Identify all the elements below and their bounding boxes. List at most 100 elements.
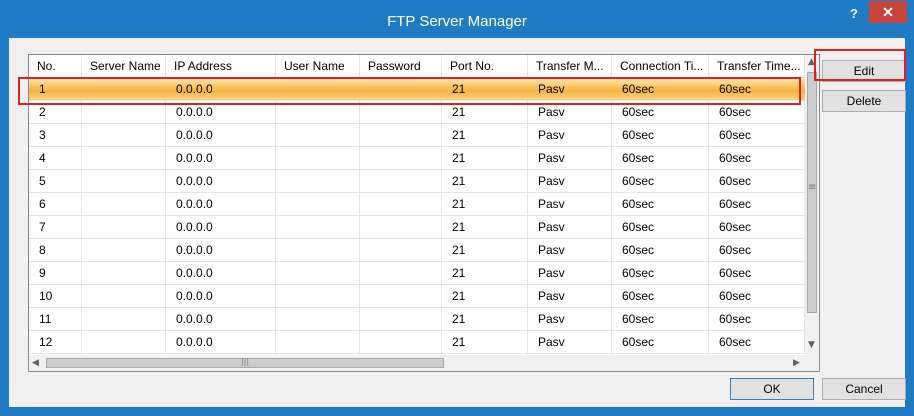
cell-server-name <box>82 147 166 170</box>
table-row[interactable]: 9 0.0.0.0 21 Pasv 60sec 60sec <box>29 262 805 285</box>
cell-no: 7 <box>29 216 82 239</box>
column-header-ip-address[interactable]: IP Address <box>166 55 276 77</box>
dialog-title: FTP Server Manager <box>387 13 527 30</box>
cell-user-name <box>276 331 360 354</box>
table-row[interactable]: 6 0.0.0.0 21 Pasv 60sec 60sec <box>29 193 805 216</box>
table-row[interactable]: 1 0.0.0.0 21 Pasv 60sec 60sec <box>29 78 805 101</box>
cell-connection-timeout: 60sec <box>612 101 709 124</box>
cell-transfer-mode: Pasv <box>528 101 612 124</box>
cell-server-name <box>82 308 166 331</box>
cell-server-name <box>82 193 166 216</box>
column-header-server-name[interactable]: Server Name <box>82 55 166 77</box>
cell-ip-address: 0.0.0.0 <box>166 331 276 354</box>
edit-button[interactable]: Edit <box>822 60 906 82</box>
cell-ip-address: 0.0.0.0 <box>166 124 276 147</box>
table-row[interactable]: 10 0.0.0.0 21 Pasv 60sec 60sec <box>29 285 805 308</box>
cell-server-name <box>82 170 166 193</box>
table-row[interactable]: 7 0.0.0.0 21 Pasv 60sec 60sec <box>29 216 805 239</box>
help-button[interactable]: ? <box>839 3 869 25</box>
delete-button[interactable]: Delete <box>822 90 906 112</box>
column-header-password[interactable]: Password <box>360 55 442 77</box>
column-header-port-no[interactable]: Port No. <box>442 55 528 77</box>
cell-server-name <box>82 262 166 285</box>
cell-server-name <box>82 285 166 308</box>
cell-no: 6 <box>29 193 82 216</box>
cell-no: 12 <box>29 331 82 354</box>
cell-ip-address: 0.0.0.0 <box>166 170 276 193</box>
cell-password <box>360 78 442 101</box>
table-row[interactable]: 3 0.0.0.0 21 Pasv 60sec 60sec <box>29 124 805 147</box>
cell-server-name <box>82 331 166 354</box>
cell-transfer-mode: Pasv <box>528 285 612 308</box>
cell-port-no: 21 <box>442 331 528 354</box>
vertical-scroll-thumb[interactable]: ≡ <box>807 72 817 313</box>
cell-transfer-mode: Pasv <box>528 124 612 147</box>
table-row[interactable]: 8 0.0.0.0 21 Pasv 60sec 60sec <box>29 239 805 262</box>
column-header-transfer-timeout[interactable]: Transfer Time... <box>709 55 805 77</box>
cell-ip-address: 0.0.0.0 <box>166 193 276 216</box>
cell-port-no: 21 <box>442 262 528 285</box>
cell-no: 11 <box>29 308 82 331</box>
cell-user-name <box>276 262 360 285</box>
cell-transfer-timeout: 60sec <box>709 216 805 239</box>
cell-port-no: 21 <box>442 308 528 331</box>
cell-port-no: 21 <box>442 239 528 262</box>
ok-button[interactable]: OK <box>730 378 814 400</box>
cell-user-name <box>276 308 360 331</box>
cell-connection-timeout: 60sec <box>612 285 709 308</box>
table-row[interactable]: 4 0.0.0.0 21 Pasv 60sec 60sec <box>29 147 805 170</box>
cell-connection-timeout: 60sec <box>612 78 709 101</box>
cell-user-name <box>276 193 360 216</box>
cell-no: 2 <box>29 101 82 124</box>
cell-connection-timeout: 60sec <box>612 193 709 216</box>
cell-password <box>360 331 442 354</box>
cell-transfer-timeout: 60sec <box>709 331 805 354</box>
cell-transfer-timeout: 60sec <box>709 78 805 101</box>
scroll-left-icon[interactable]: ◀ <box>32 358 39 368</box>
column-header-transfer-mode[interactable]: Transfer M... <box>528 55 612 77</box>
cancel-button[interactable]: Cancel <box>822 378 906 400</box>
cell-user-name <box>276 78 360 101</box>
cell-user-name <box>276 216 360 239</box>
cell-password <box>360 239 442 262</box>
scroll-right-icon[interactable]: ▶ <box>793 358 800 368</box>
cell-transfer-mode: Pasv <box>528 193 612 216</box>
cell-password <box>360 124 442 147</box>
server-table[interactable]: No. Server Name IP Address User Name Passwor… <box>28 54 820 372</box>
cell-user-name <box>276 285 360 308</box>
cell-transfer-timeout: 60sec <box>709 124 805 147</box>
grip-icon: ≡ <box>808 182 817 193</box>
vertical-scrollbar[interactable]: ▲ ≡ ▼ <box>805 55 819 355</box>
horizontal-scroll-thumb[interactable]: ||| <box>46 357 444 368</box>
table-row[interactable]: 12 0.0.0.0 21 Pasv 60sec 60sec <box>29 331 805 354</box>
cell-transfer-mode: Pasv <box>528 147 612 170</box>
horizontal-scrollbar[interactable]: ◀ ||| ▶ <box>29 355 805 371</box>
table-header: No. Server Name IP Address User Name Passwor… <box>29 55 805 78</box>
scroll-up-icon[interactable]: ▲ <box>808 57 815 67</box>
close-button[interactable]: ✕ <box>869 1 907 23</box>
cell-password <box>360 216 442 239</box>
cell-ip-address: 0.0.0.0 <box>166 147 276 170</box>
cell-ip-address: 0.0.0.0 <box>166 285 276 308</box>
cell-port-no: 21 <box>442 78 528 101</box>
cell-user-name <box>276 101 360 124</box>
cell-server-name <box>82 239 166 262</box>
cell-transfer-timeout: 60sec <box>709 101 805 124</box>
cell-transfer-timeout: 60sec <box>709 262 805 285</box>
cell-password <box>360 308 442 331</box>
scroll-down-icon[interactable]: ▼ <box>808 340 815 350</box>
table-row[interactable]: 11 0.0.0.0 21 Pasv 60sec 60sec <box>29 308 805 331</box>
column-header-no[interactable]: No. <box>29 55 82 77</box>
cell-ip-address: 0.0.0.0 <box>166 262 276 285</box>
cell-server-name <box>82 101 166 124</box>
cell-no: 1 <box>29 78 82 101</box>
table-row[interactable]: 2 0.0.0.0 21 Pasv 60sec 60sec <box>29 101 805 124</box>
cell-port-no: 21 <box>442 101 528 124</box>
column-header-user-name[interactable]: User Name <box>276 55 360 77</box>
cell-server-name <box>82 216 166 239</box>
cell-transfer-mode: Pasv <box>528 308 612 331</box>
cell-ip-address: 0.0.0.0 <box>166 78 276 101</box>
column-header-connection-timeout[interactable]: Connection Ti... <box>612 55 709 77</box>
table-row[interactable]: 5 0.0.0.0 21 Pasv 60sec 60sec <box>29 170 805 193</box>
cell-connection-timeout: 60sec <box>612 124 709 147</box>
